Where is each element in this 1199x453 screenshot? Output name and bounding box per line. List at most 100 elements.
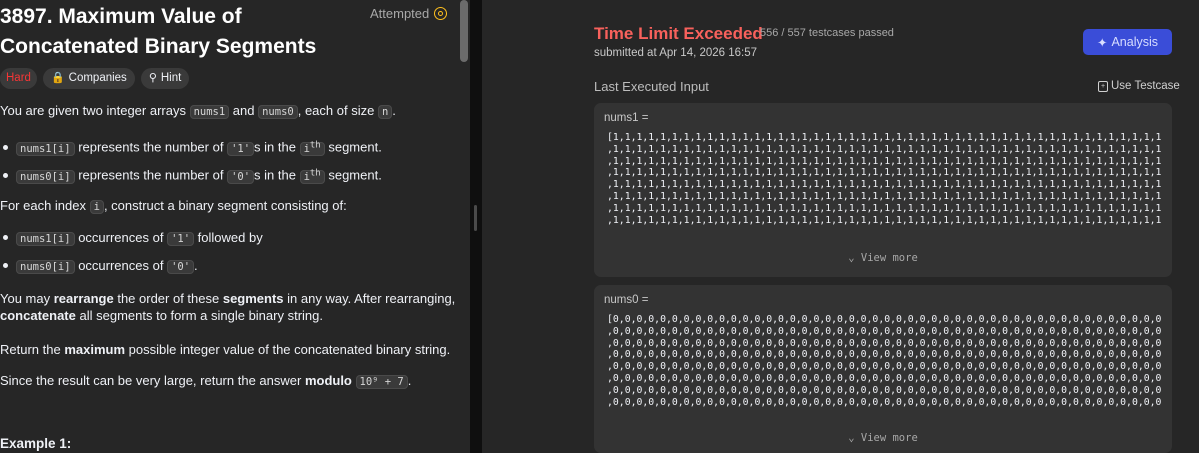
- desc-text: segment.: [324, 139, 382, 155]
- nums1-values: [1,1,1,1,1,1,1,1,1,1,1,1,1,1,1,1,1,1,1,1…: [607, 132, 1167, 226]
- desc-paragraph-3-line-2: concatenate all segments to form a singl…: [0, 306, 323, 326]
- panel-resize-handle[interactable]: [470, 0, 482, 453]
- array-line: ,1,1,1,1,1,1,1,1,1,1,1,1,1,1,1,1,1,1,1,1…: [607, 214, 1162, 226]
- hint-tag[interactable]: ⚲ Hint: [140, 68, 190, 89]
- nums0-input-card: nums0 = [0,0,0,0,0,0,0,0,0,0,0,0,0,0,0,0…: [594, 285, 1172, 453]
- desc-text: represents the number of: [74, 139, 228, 155]
- submission-result-panel: Time Limit Exceeded 556 / 557 testcases …: [482, 0, 1199, 453]
- use-testcase-button[interactable]: + Use Testcase: [1098, 80, 1180, 92]
- array-line: ,0,0,0,0,0,0,0,0,0,0,0,0,0,0,0,0,0,0,0,0…: [607, 325, 1162, 337]
- analysis-label: Analysis: [1111, 35, 1159, 49]
- desc-text: , each of size: [297, 103, 378, 118]
- example-heading: Example 1:: [0, 436, 72, 451]
- desc-text: in any way. After rearranging,: [283, 291, 456, 306]
- desc-text: occurrences of: [74, 258, 168, 273]
- desc-text: and: [229, 103, 259, 118]
- emphasis: segments: [222, 291, 284, 306]
- array-line: ,1,1,1,1,1,1,1,1,1,1,1,1,1,1,1,1,1,1,1,1…: [607, 202, 1162, 214]
- inline-code: '0': [167, 260, 195, 274]
- desc-text: For each index: [0, 198, 90, 213]
- array-line: ,0,0,0,0,0,0,0,0,0,0,0,0,0,0,0,0,0,0,0,0…: [607, 349, 1162, 361]
- inline-code: nums0[i]: [16, 169, 75, 184]
- desc-text: Since the result can be very large, retu…: [0, 373, 305, 388]
- nums1-view-more[interactable]: ⌄ View more: [594, 252, 1172, 264]
- array-line: [1,1,1,1,1,1,1,1,1,1,1,1,1,1,1,1,1,1,1,1…: [607, 132, 1162, 143]
- desc-text: s in the: [254, 167, 300, 183]
- problem-title: 3897. Maximum Value of Concatenated Bina…: [0, 5, 317, 58]
- inline-code: nums0[i]: [16, 260, 75, 274]
- attempted-status: Attempted: [370, 6, 448, 21]
- difficulty-badge: Hard: [0, 68, 37, 89]
- array-line: ,1,1,1,1,1,1,1,1,1,1,1,1,1,1,1,1,1,1,1,1…: [607, 143, 1162, 155]
- desc-paragraph-4: Return the maximum possible integer valu…: [0, 340, 450, 360]
- inline-code: '1': [227, 141, 255, 156]
- inline-code: '1': [167, 232, 195, 246]
- scrollbar-thumb[interactable]: [460, 0, 468, 62]
- inline-code: nums1[i]: [16, 232, 75, 246]
- bullet-icon: [3, 172, 8, 178]
- view-more-label: View more: [860, 432, 918, 444]
- problem-panel: 3897. Maximum Value of Concatenated Bina…: [0, 0, 470, 453]
- desc-bullet-1: nums1[i] represents the number of '1' s i…: [0, 135, 382, 159]
- desc-text: occurrences of: [74, 230, 168, 245]
- desc-text: .: [407, 373, 412, 388]
- inline-code: ith: [299, 168, 325, 184]
- nums1-input-card: nums1 = [1,1,1,1,1,1,1,1,1,1,1,1,1,1,1,1…: [594, 103, 1172, 277]
- submitted-time: submitted at Apr 14, 2026 16:57: [594, 47, 758, 59]
- array-line: ,1,1,1,1,1,1,1,1,1,1,1,1,1,1,1,1,1,1,1,1…: [607, 155, 1162, 167]
- bullet-icon: [3, 263, 8, 269]
- nums0-label: nums0 =: [604, 294, 649, 306]
- nums1-label: nums1 =: [604, 112, 649, 124]
- last-executed-input-heading: Last Executed Input: [594, 79, 709, 94]
- view-more-label: View more: [860, 252, 918, 264]
- emphasis: rearrange: [53, 291, 114, 306]
- desc-text: You are given two integer arrays: [0, 103, 190, 118]
- array-line: ,0,0,0,0,0,0,0,0,0,0,0,0,0,0,0,0,0,0,0,0…: [607, 361, 1162, 373]
- desc-text: possible integer value of the concatenat…: [125, 342, 451, 357]
- sparkle-icon: ✦: [1096, 35, 1108, 50]
- desc-paragraph-2: For each index i, construct a binary seg…: [0, 196, 347, 217]
- superscript: th: [309, 140, 321, 150]
- emphasis: modulo: [304, 373, 352, 388]
- inline-code: nums1: [189, 105, 230, 119]
- bullet-icon: [3, 144, 8, 150]
- inline-code: nums0: [258, 105, 298, 119]
- array-line: ,0,0,0,0,0,0,0,0,0,0,0,0,0,0,0,0,0,0,0,0…: [607, 337, 1162, 349]
- lightbulb-icon: ⚲: [148, 72, 157, 84]
- inline-code: '0': [227, 169, 255, 184]
- desc-bullet-2: nums0[i] represents the number of '0' s i…: [0, 163, 382, 187]
- companies-tag[interactable]: 🔒 Companies: [42, 68, 135, 89]
- hint-label: Hint: [160, 72, 182, 84]
- desc-bullet-4: nums0[i] occurrences of '0'.: [0, 256, 198, 277]
- emphasis: maximum: [64, 342, 126, 357]
- desc-text: the order of these: [113, 291, 223, 306]
- array-line: [0,0,0,0,0,0,0,0,0,0,0,0,0,0,0,0,0,0,0,0…: [607, 314, 1162, 325]
- array-line: ,1,1,1,1,1,1,1,1,1,1,1,1,1,1,1,1,1,1,1,1…: [607, 167, 1162, 179]
- desc-text: segment.: [324, 167, 382, 183]
- desc-text: represents the number of: [74, 167, 228, 183]
- desc-text: all segments to form a single binary str…: [75, 308, 323, 323]
- drag-grip-icon: [474, 205, 477, 231]
- inline-code: ith: [299, 140, 325, 156]
- inline-code: nums1[i]: [16, 141, 75, 156]
- inline-code: n: [377, 105, 393, 119]
- array-line: ,1,1,1,1,1,1,1,1,1,1,1,1,1,1,1,1,1,1,1,1…: [607, 190, 1162, 202]
- desc-text: s in the: [254, 139, 300, 155]
- attempted-icon: [434, 7, 448, 20]
- inline-code: 10⁹ + 7: [355, 375, 408, 389]
- testcase-icon: +: [1098, 80, 1108, 92]
- array-line: ,0,0,0,0,0,0,0,0,0,0,0,0,0,0,0,0,0,0,0,0…: [607, 372, 1162, 384]
- desc-bullet-3: nums1[i] occurrences of '1' followed by: [0, 228, 263, 249]
- bullet-icon: [3, 235, 8, 241]
- desc-text: followed by: [194, 230, 263, 245]
- nums0-values: [0,0,0,0,0,0,0,0,0,0,0,0,0,0,0,0,0,0,0,0…: [607, 314, 1167, 408]
- array-line: ,1,1,1,1,1,1,1,1,1,1,1,1,1,1,1,1,1,1,1,1…: [607, 179, 1162, 191]
- inline-code: i: [89, 200, 104, 214]
- nums0-view-more[interactable]: ⌄ View more: [594, 432, 1172, 444]
- use-testcase-label: Use Testcase: [1111, 80, 1180, 92]
- desc-text: , construct a binary segment consisting …: [103, 198, 347, 213]
- desc-text: .: [194, 258, 198, 273]
- superscript: th: [309, 168, 321, 178]
- testcases-passed: 556 / 557 testcases passed: [760, 27, 894, 39]
- analysis-button[interactable]: ✦ Analysis: [1083, 29, 1172, 55]
